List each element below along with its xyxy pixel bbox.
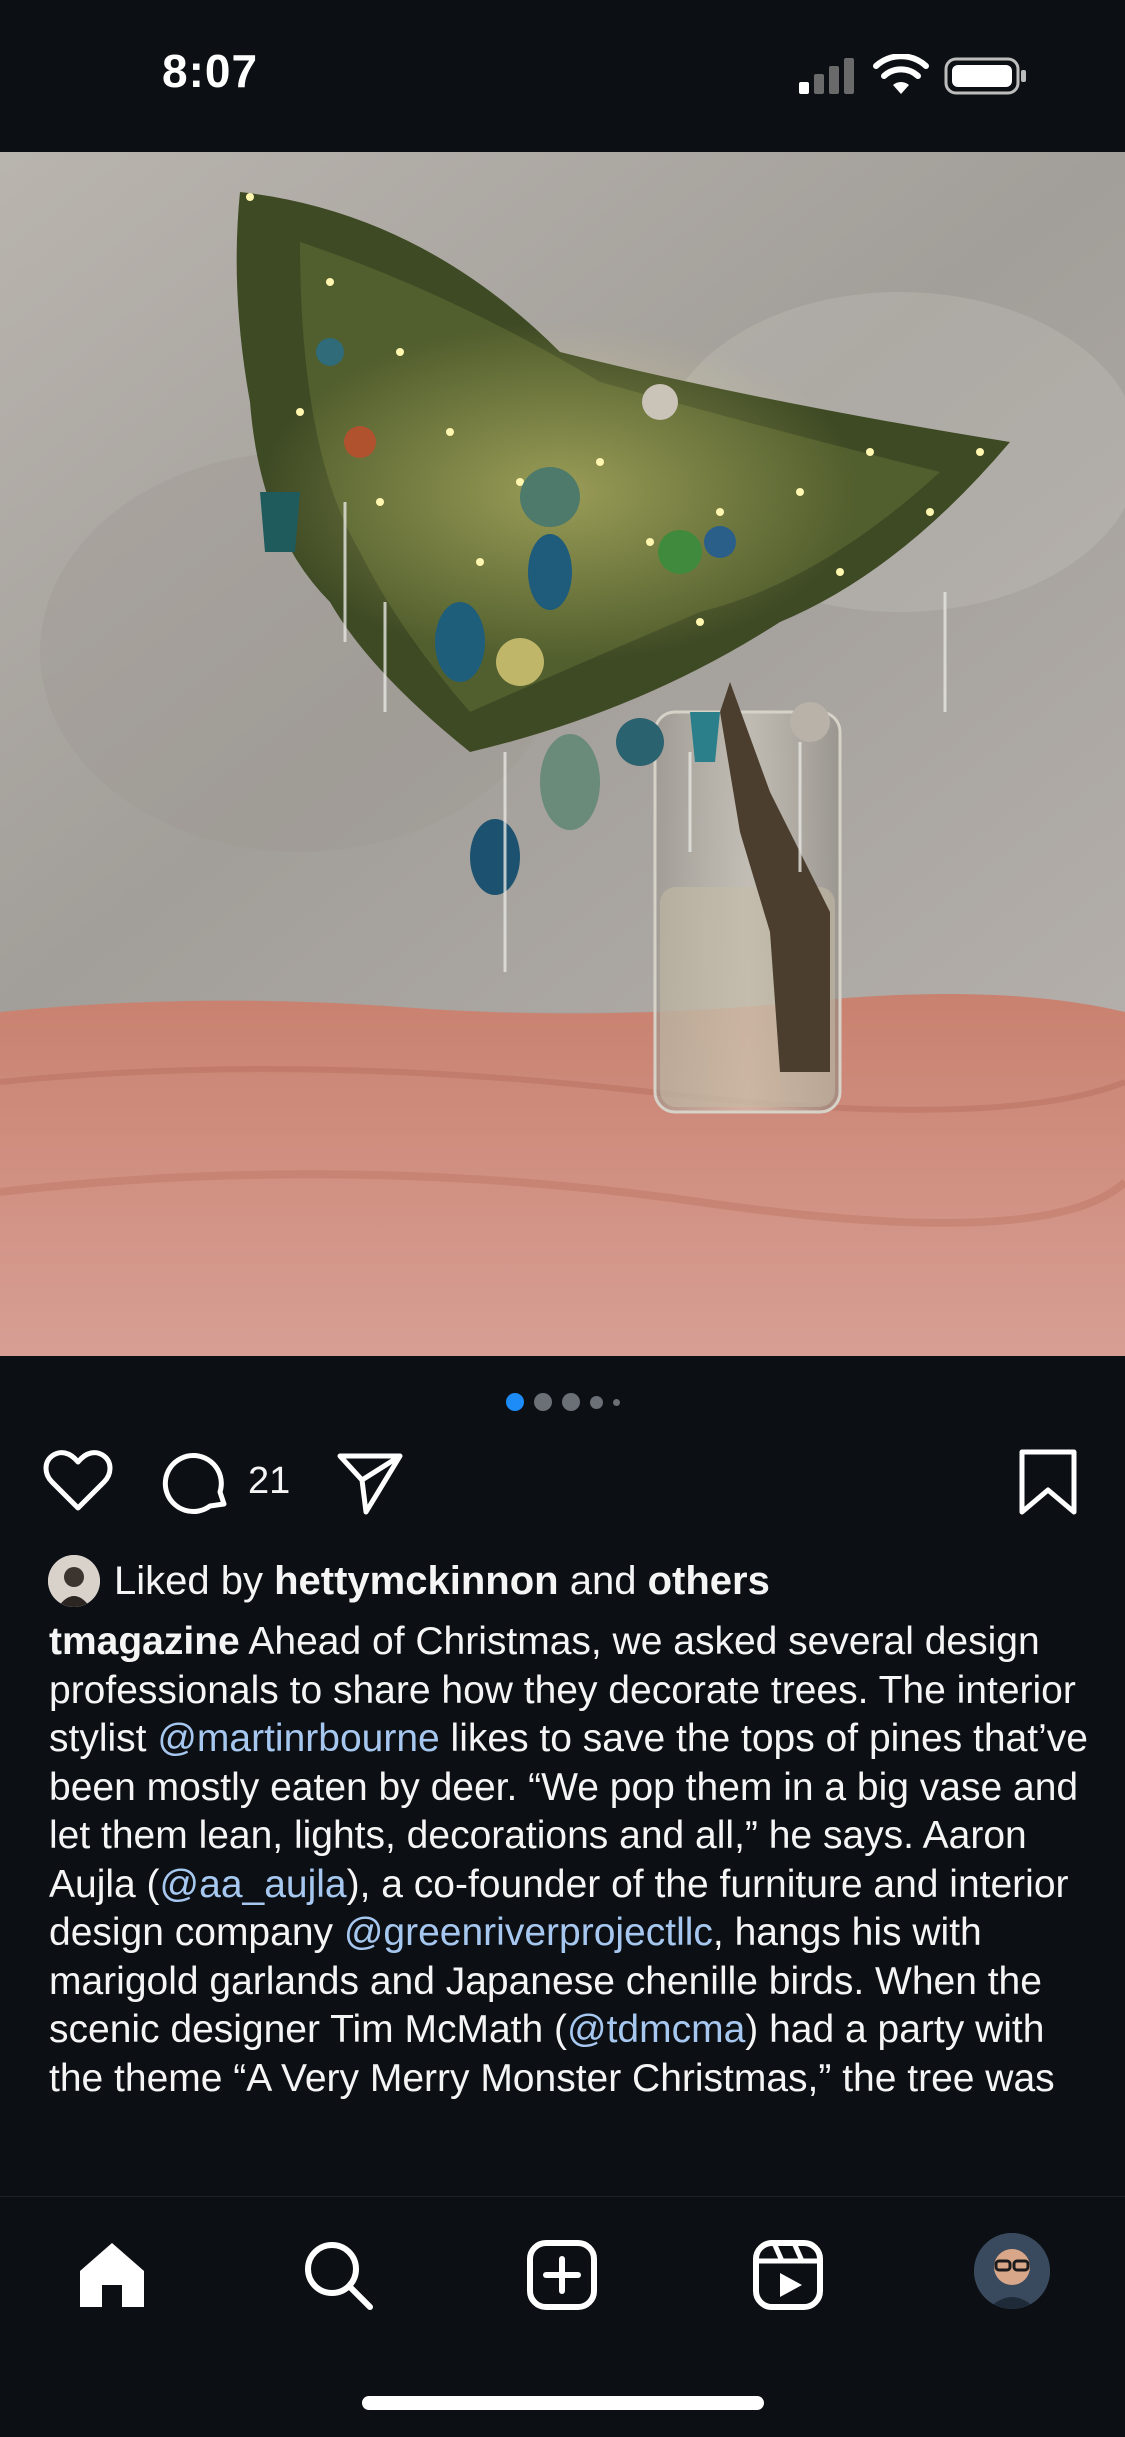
send-icon[interactable] [334, 1448, 406, 1516]
comment-count[interactable]: 21 [248, 1460, 290, 1503]
profile-avatar[interactable] [974, 2233, 1050, 2309]
post-image[interactable] [0, 152, 1125, 1356]
search-icon[interactable] [300, 2237, 376, 2313]
heart-icon[interactable] [42, 1448, 114, 1516]
caption-mention[interactable]: @tdmcma [567, 2008, 745, 2051]
bookmark-icon[interactable] [1012, 1448, 1084, 1516]
carousel-dot [533, 1393, 552, 1411]
liker-avatar [48, 1555, 100, 1607]
likes-connector: and [569, 1558, 637, 1603]
home-indicator[interactable] [362, 2396, 764, 2410]
status-time: 8:07 [162, 45, 259, 97]
post-action-bar: 21 [0, 1442, 1125, 1522]
battery-icon [944, 57, 1026, 95]
likes-prefix: Liked by [114, 1558, 263, 1603]
home-icon[interactable] [74, 2237, 150, 2313]
cellular-signal-icon [799, 58, 854, 94]
caption-mention[interactable]: @aa_aujla [160, 1863, 347, 1906]
plus-square-icon[interactable] [524, 2237, 600, 2313]
carousel-dot [561, 1393, 580, 1411]
status-bar: 8:07 [0, 0, 1125, 152]
wifi-icon [873, 54, 929, 94]
comment-icon[interactable] [162, 1448, 234, 1516]
carousel-dot [612, 1398, 620, 1406]
likes-others-link[interactable]: others [648, 1559, 770, 1604]
carousel-dot [505, 1393, 524, 1411]
carousel-dot [589, 1395, 603, 1409]
caption-mention[interactable]: @martinrbourne [157, 1717, 439, 1760]
post-caption: tmagazine Ahead of Christmas, we asked s… [49, 1618, 1089, 2193]
carousel-indicator [0, 1390, 1125, 1414]
reels-icon[interactable] [750, 2237, 826, 2313]
caption-mention[interactable]: @greenriverprojectllc [344, 1911, 713, 1954]
post-photo-illustration [0, 152, 1125, 1356]
caption-username[interactable]: tmagazine [49, 1620, 240, 1663]
liker-username[interactable]: hettymckinnon [274, 1559, 558, 1604]
likes-summary[interactable]: Liked by hettymckinnon and others [48, 1554, 1088, 1608]
